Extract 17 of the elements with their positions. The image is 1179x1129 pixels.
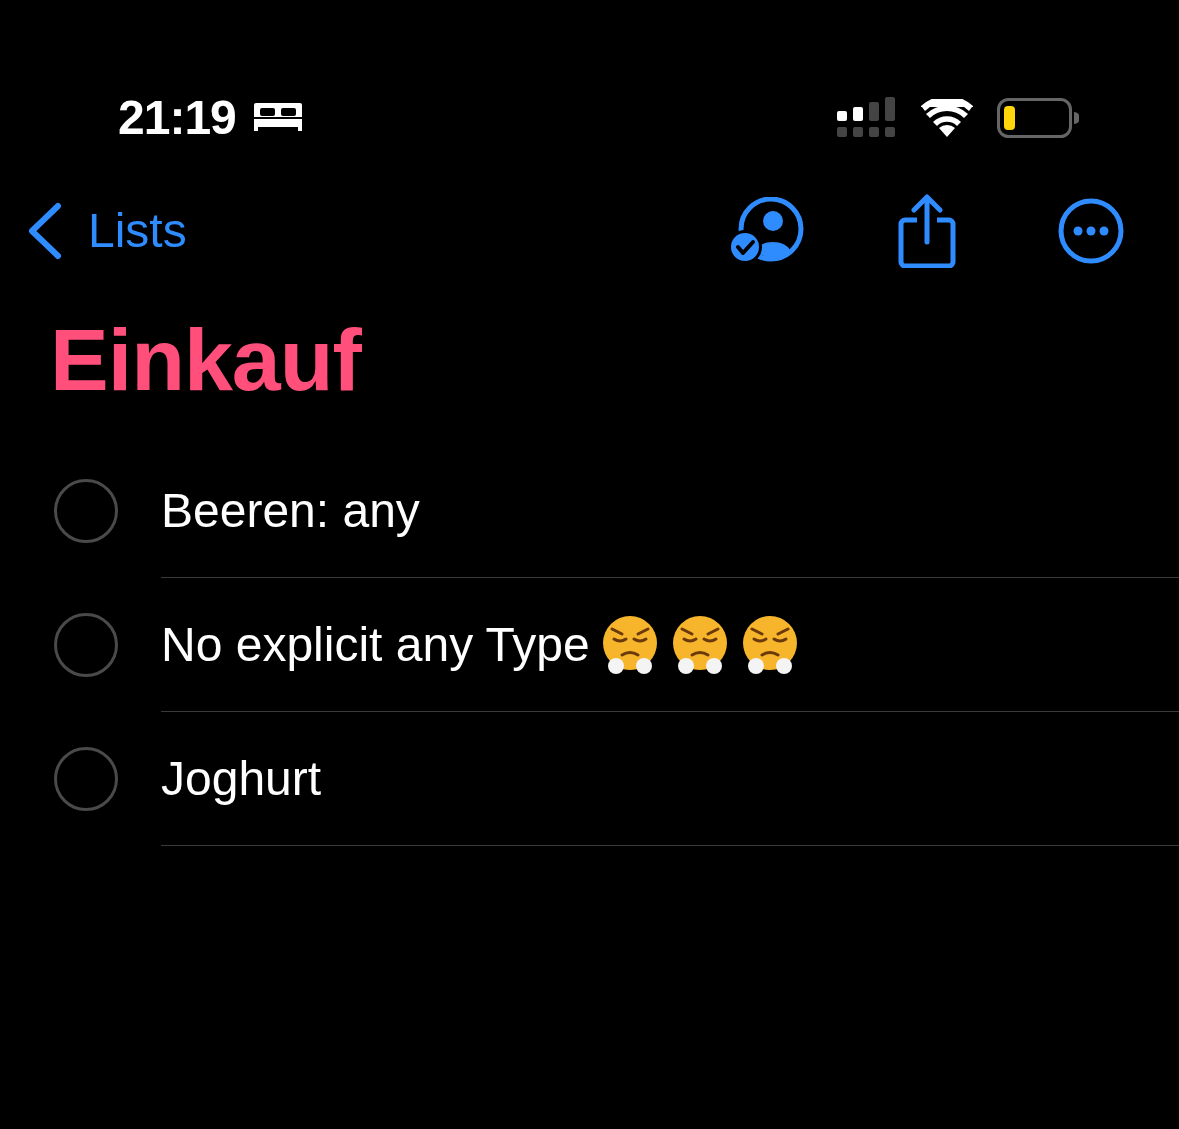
share-button[interactable]	[897, 194, 957, 268]
status-time: 21:19	[118, 94, 236, 142]
signal-icon	[837, 97, 897, 139]
checkbox-circle[interactable]	[54, 747, 118, 811]
item-text: No explicit any Type	[161, 616, 590, 673]
battery-icon	[997, 98, 1079, 138]
back-chevron-icon	[26, 202, 62, 260]
checkbox-circle[interactable]	[54, 613, 118, 677]
more-button[interactable]	[1057, 197, 1125, 265]
share-icon	[897, 194, 957, 268]
back-button[interactable]: Lists	[26, 195, 187, 267]
wifi-icon	[921, 99, 973, 137]
item-text: Beeren: any	[161, 482, 420, 539]
more-icon	[1057, 197, 1125, 265]
item-text: Joghurt	[161, 750, 322, 807]
checkbox-circle[interactable]	[54, 479, 118, 543]
list-title: Einkauf	[50, 316, 363, 404]
